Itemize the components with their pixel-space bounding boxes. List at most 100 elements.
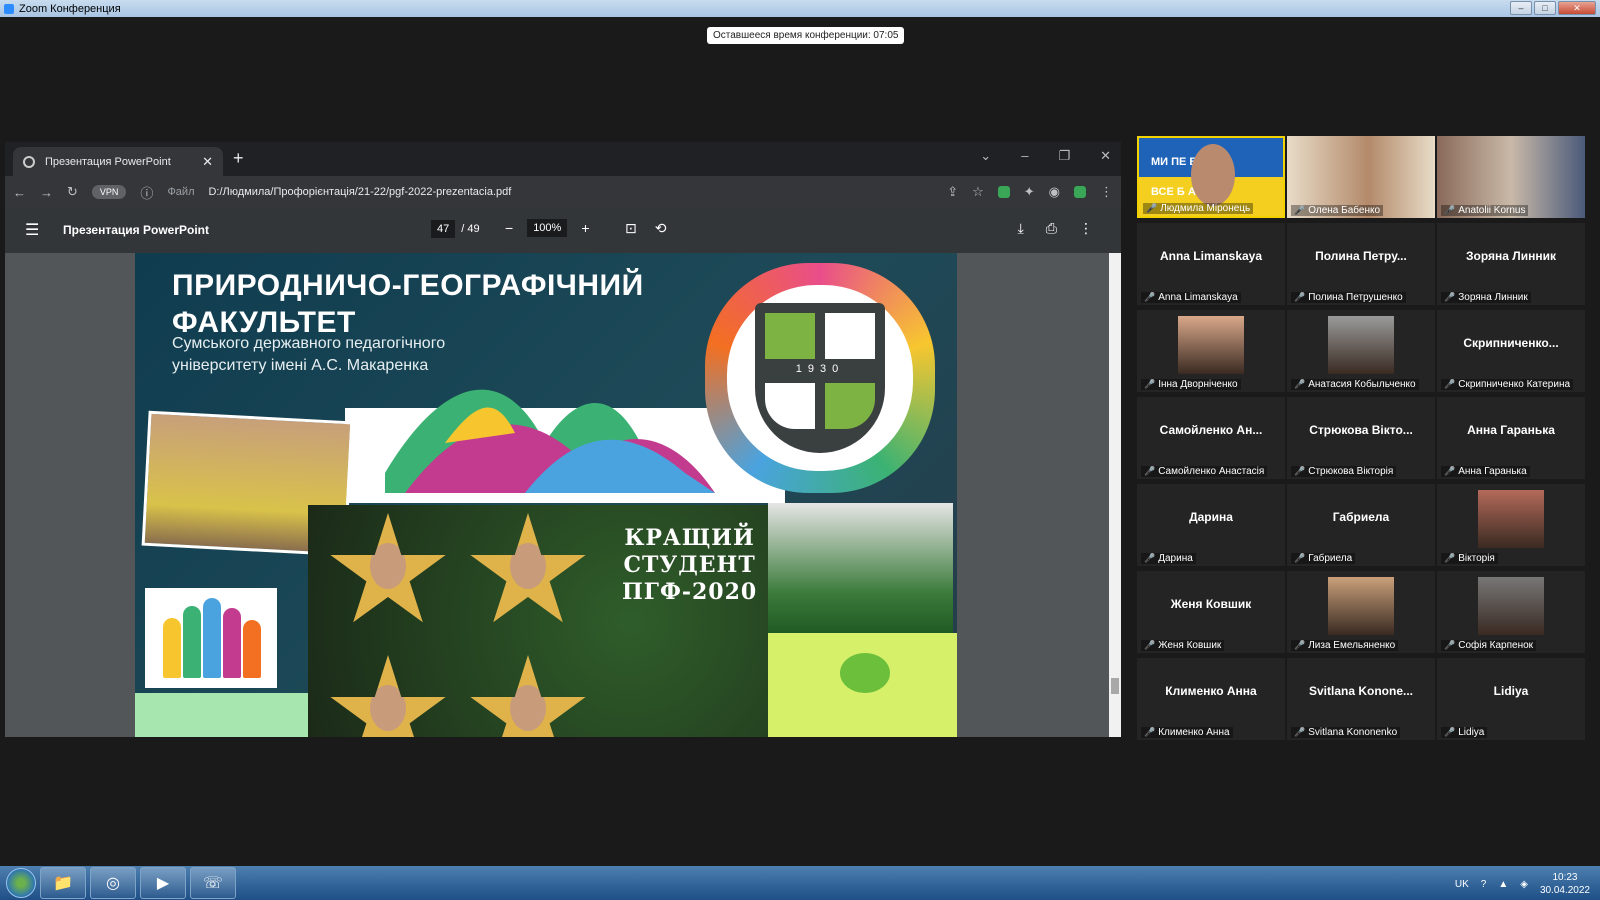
participant-display-name: Полина Петру...	[1315, 249, 1407, 263]
participant-tile[interactable]: 🎤 Лиза Емельяненко	[1287, 571, 1435, 653]
browser-minimize-icon[interactable]: –	[1021, 148, 1028, 164]
mic-muted-icon: 🎤	[1144, 292, 1156, 302]
participant-display-name: Клименко Анна	[1165, 684, 1257, 698]
puzzle-icon[interactable]: ✦	[1024, 184, 1035, 200]
participant-name-label: 🎤 Дарина	[1141, 553, 1196, 564]
student-star-4	[470, 655, 586, 737]
zoom-level-input[interactable]: 100%	[527, 219, 568, 237]
participant-tile[interactable]: Клименко Анна 🎤 Клименко Анна	[1137, 658, 1285, 740]
participant-name: Анатасия Кобыльченко	[1308, 379, 1416, 390]
participant-tile[interactable]: Lidiya 🎤 Lidiya	[1437, 658, 1585, 740]
zoom-taskbar-button[interactable]: ▶	[140, 867, 186, 899]
participant-tile[interactable]: Анна Гаранька 🎤 Анна Гаранька	[1437, 397, 1585, 479]
view-controls: ⊡ ⟲	[625, 220, 666, 237]
profile-icon[interactable]: ◉	[1049, 184, 1060, 200]
print-icon[interactable]: ⎙	[1046, 220, 1057, 237]
help-icon[interactable]: ?	[1481, 879, 1487, 890]
browser-close-icon[interactable]: ✕	[1100, 148, 1111, 164]
participant-name: Самойленко Анастасія	[1158, 466, 1265, 477]
system-tray: UK ? ▲ ◈ 10:23 30.04.2022	[1455, 871, 1590, 897]
pdf-more-icon[interactable]: ⋮	[1079, 220, 1093, 237]
info-icon[interactable]: ⓘ	[140, 183, 153, 202]
forward-icon[interactable]: →	[40, 185, 53, 200]
participant-tile[interactable]: Svitlana Konone... 🎤 Svitlana Kononenko	[1287, 658, 1435, 740]
participant-tile[interactable]: Женя Ковшик 🎤 Женя Ковшик	[1137, 571, 1285, 653]
share-icon[interactable]: ⇪	[947, 184, 958, 200]
participant-display-name: Женя Ковшик	[1170, 597, 1252, 611]
participant-tile[interactable]: 🎤 Інна Дворніченко	[1137, 310, 1285, 392]
address-bar[interactable]: D:/Людмила/Профорієнтація/21-22/pgf-2022…	[208, 186, 933, 198]
mic-muted-icon: 🎤	[1444, 640, 1456, 650]
scrollbar-thumb[interactable]	[1111, 678, 1119, 694]
rotate-icon[interactable]: ⟲	[655, 220, 667, 237]
participant-name-label: 🎤 Софія Карпенок	[1441, 640, 1537, 651]
bookmark-star-icon[interactable]: ☆	[972, 184, 984, 200]
participant-tile[interactable]: Самойленко Ан... 🎤 Самойленко Анастасія	[1137, 397, 1285, 479]
participant-name-label: 🎤 Анна Гаранька	[1441, 466, 1530, 477]
participant-tile[interactable]: Anna Limanskaya 🎤 Anna Limanskaya	[1137, 223, 1285, 305]
close-button[interactable]: ✕	[1558, 1, 1596, 15]
mic-muted-icon: 🎤	[1444, 205, 1456, 215]
zoom-in-icon[interactable]: +	[581, 220, 589, 236]
pdf-viewport[interactable]: ПРИРОДНИЧО-ГЕОГРАФІЧНИЙ ФАКУЛЬТЕТ Сумськ…	[5, 253, 1121, 737]
participant-tile[interactable]: Стрюкова Вікто... 🎤 Стрюкова Вікторія	[1287, 397, 1435, 479]
mic-muted-icon: 🎤	[1444, 292, 1456, 302]
participant-display-name: Дарина	[1189, 510, 1233, 524]
pdf-scrollbar[interactable]	[1109, 253, 1121, 737]
participant-name: Полина Петрушенко	[1308, 292, 1403, 303]
participant-name-label: 🎤 Зоряна Линник	[1441, 292, 1531, 303]
extension-icon[interactable]	[997, 186, 1010, 198]
participant-name: Анна Гаранька	[1458, 466, 1527, 477]
participant-tile[interactable]: Дарина 🎤 Дарина	[1137, 484, 1285, 566]
participant-tile[interactable]: Зоряна Линник 🎤 Зоряна Линник	[1437, 223, 1585, 305]
participant-display-name: Lidiya	[1493, 684, 1529, 698]
volume-icon[interactable]: ◈	[1520, 879, 1528, 890]
participant-face	[1191, 144, 1235, 206]
hamburger-menu-icon[interactable]: ☰	[25, 220, 39, 240]
shield-check-icon[interactable]	[1074, 186, 1086, 198]
network-icon[interactable]: ▲	[1498, 879, 1508, 890]
participant-tile[interactable]: Полина Петру... 🎤 Полина Петрушенко	[1287, 223, 1435, 305]
participant-tile[interactable]: 🎤 Вікторія	[1437, 484, 1585, 566]
explorer-taskbar-button[interactable]: 📁	[40, 867, 86, 899]
chrome-taskbar-button[interactable]: ◎	[90, 867, 136, 899]
pdf-actions: ⤓ ⎙ ⋮	[1018, 220, 1093, 237]
colored-waves-graphic	[385, 389, 715, 493]
clock-time: 10:23	[1552, 872, 1578, 883]
zoom-out-icon[interactable]: −	[505, 220, 513, 236]
minimize-button[interactable]: –	[1510, 1, 1532, 15]
mic-muted-icon: 🎤	[1144, 640, 1156, 650]
download-icon[interactable]: ⤓	[1018, 220, 1024, 237]
close-tab-icon[interactable]: ✕	[202, 154, 213, 170]
back-icon[interactable]: ←	[13, 185, 26, 200]
participant-name: Anatolii Kornus	[1458, 205, 1526, 216]
participant-tile[interactable]: 🎤 Олена Бабенко	[1287, 136, 1435, 218]
participant-tile[interactable]: Скрипниченко... 🎤 Скрипниченко Катерина	[1437, 310, 1585, 392]
participant-tile[interactable]: 🎤 Софія Карпенок	[1437, 571, 1585, 653]
language-indicator[interactable]: UK	[1455, 879, 1469, 890]
mic-muted-icon: 🎤	[1444, 553, 1456, 563]
start-button[interactable]	[6, 868, 36, 898]
current-page-input[interactable]: 47	[431, 220, 456, 238]
browser-restore-icon[interactable]: ❐	[1058, 148, 1070, 164]
participant-tile[interactable]: 🎤 Anatolii Kornus	[1437, 136, 1585, 218]
zoom-titlebar: Zoom Конференция – □ ✕	[0, 0, 1600, 17]
reload-icon[interactable]: ↻	[67, 184, 78, 200]
student-star-1	[330, 513, 446, 623]
clock[interactable]: 10:23 30.04.2022	[1540, 871, 1590, 897]
chevron-down-icon[interactable]: ⌄	[980, 148, 991, 164]
maximize-button[interactable]: □	[1534, 1, 1556, 15]
participant-name-label: 🎤 Женя Ковшик	[1141, 640, 1225, 651]
participant-name-label: 🎤 Самойленко Анастасія	[1141, 466, 1268, 477]
participant-tile[interactable]: Габриела 🎤 Габриела	[1287, 484, 1435, 566]
viber-taskbar-button[interactable]: ☏	[190, 867, 236, 899]
fit-page-icon[interactable]: ⊡	[625, 220, 637, 237]
browser-tab[interactable]: Презентация PowerPoint ✕	[13, 147, 223, 176]
green-bottom-panel	[135, 693, 308, 737]
more-menu-icon[interactable]: ⋮	[1100, 184, 1113, 200]
vpn-badge[interactable]: VPN	[91, 185, 127, 199]
page-indicator: 47 / 49	[431, 220, 480, 238]
new-tab-button[interactable]: +	[233, 148, 244, 169]
participant-tile[interactable]: МИ ПЕ ЕМО! ВСЕ Б АЇНА! 🎤 Людмила Міронець	[1137, 136, 1285, 218]
participant-tile[interactable]: 🎤 Анатасия Кобыльченко	[1287, 310, 1435, 392]
